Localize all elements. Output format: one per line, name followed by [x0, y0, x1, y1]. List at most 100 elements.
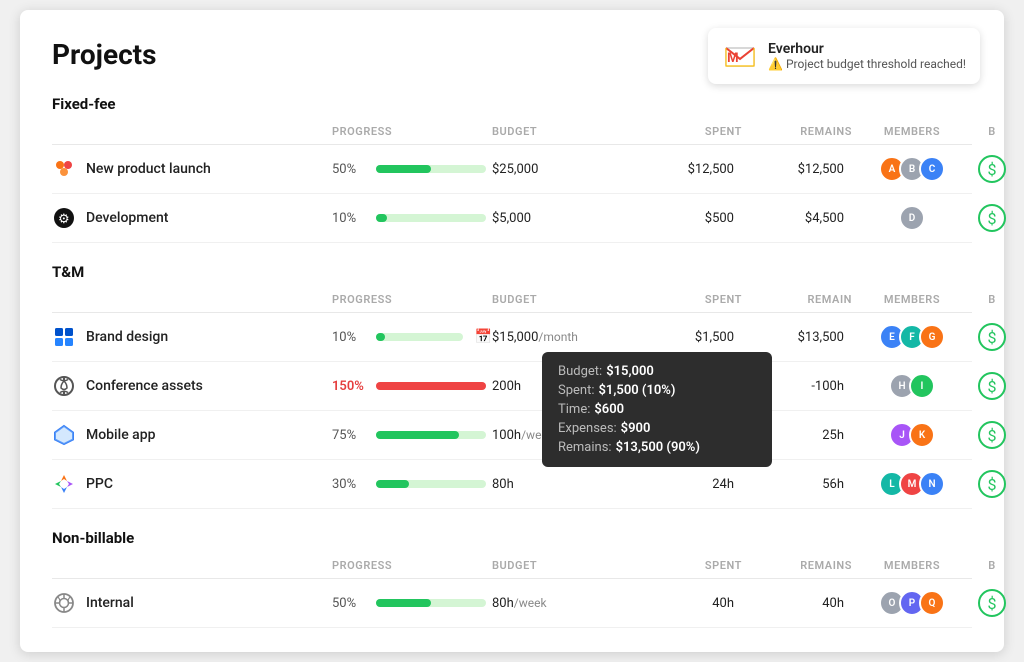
progress-bar-fill [376, 165, 431, 173]
members-cell: H I [852, 373, 972, 399]
avatar-stack: H I [889, 373, 935, 399]
section-tm: T&M PROGRESS BUDGET SPENT REMAIN MEMBERS… [52, 263, 972, 509]
remains-cell: -100h [742, 379, 852, 394]
budget-btn-cell: $ [972, 372, 1012, 400]
avatar-stack: L M N [879, 471, 945, 497]
progress-bar-bg [376, 214, 486, 222]
spent-cell: $1,500 [632, 330, 742, 345]
members-cell: O P Q [852, 590, 972, 616]
avatar: N [919, 471, 945, 497]
remains-cell: $12,500 [742, 162, 852, 177]
budget-cell: 80h/week [492, 596, 632, 611]
table-row: New product launch 50% $25,000 $12,500 $… [52, 145, 972, 194]
col-name [52, 559, 332, 572]
budget-cell: $25,000 [492, 162, 632, 177]
progress-bar-fill [376, 431, 459, 439]
col-progress: PROGRESS [332, 559, 492, 572]
budget-cell: 80h [492, 477, 632, 492]
project-name-label: Conference assets [86, 378, 203, 394]
project-name-new-product-launch: New product launch [52, 157, 332, 181]
progress-bar-bg [376, 382, 486, 390]
avatar-stack: A B C [879, 156, 945, 182]
spent-cell: $500 [632, 211, 742, 226]
progress-bar-fill [376, 480, 409, 488]
project-name-label: New product launch [86, 161, 211, 177]
spent-cell: $12,500 [632, 162, 742, 177]
members-cell: E F G [852, 324, 972, 350]
budget-btn-cell: $ [972, 204, 1012, 232]
budget-button[interactable]: $ [978, 470, 1006, 498]
progress-cell: 50% [332, 596, 492, 611]
progress-bar-bg [376, 599, 486, 607]
col-progress: PROGRESS [332, 293, 492, 306]
notification-badge[interactable]: M Everhour ⚠️ Project budget threshold r… [708, 28, 980, 84]
col-spent: SPENT [632, 293, 742, 306]
avatar-stack: D [899, 205, 925, 231]
col-budget: BUDGET [492, 125, 632, 138]
project-name-ppc: PPC [52, 472, 332, 496]
members-cell: L M N [852, 471, 972, 497]
section-label-non-billable: Non-billable [52, 529, 972, 547]
project-icon-internal [52, 591, 76, 615]
section-non-billable: Non-billable PROGRESS BUDGET SPENT REMAI… [52, 529, 972, 628]
avatar: K [909, 422, 935, 448]
remains-cell: 25h [742, 428, 852, 443]
project-name-label: PPC [86, 476, 113, 492]
progress-cell: 75% [332, 428, 492, 443]
project-name-label: Mobile app [86, 427, 155, 443]
col-remain: REMAIN [742, 293, 852, 306]
project-name-internal: Internal [52, 591, 332, 615]
budget-btn-cell: $ [972, 155, 1012, 183]
table-row: ⚙ Development 10% $5,000 $500 $4,500 D [52, 194, 972, 243]
col-progress: PROGRESS [332, 125, 492, 138]
members-cell: A B C [852, 156, 972, 182]
project-name-label: Internal [86, 595, 134, 611]
budget-btn-cell: $ [972, 470, 1012, 498]
progress-pct: 10% [332, 211, 368, 226]
progress-bar-fill [376, 333, 385, 341]
tooltip-budget-val: $15,000 [606, 364, 654, 379]
project-name-conference-assets: Conference assets [52, 374, 332, 398]
col-name [52, 125, 332, 138]
col-b: B [972, 293, 1012, 306]
col-members: MEMBERS [852, 125, 972, 138]
progress-cell: 50% [332, 162, 492, 177]
project-name-label: Development [86, 210, 168, 226]
progress-bar-bg [376, 431, 486, 439]
avatar: C [919, 156, 945, 182]
avatar: Q [919, 590, 945, 616]
budget-button[interactable]: $ [978, 155, 1006, 183]
col-remains: REMAINS [742, 125, 852, 138]
members-cell: J K [852, 422, 972, 448]
budget-button[interactable]: $ [978, 589, 1006, 617]
budget-btn-cell: $ [972, 421, 1012, 449]
remains-cell: $4,500 [742, 211, 852, 226]
table-row: PPC 30% 80h 24h 56h L M N $ [52, 460, 972, 509]
progress-cell: 10% 📅 [332, 329, 492, 345]
col-headers-tm: PROGRESS BUDGET SPENT REMAIN MEMBERS B [52, 287, 972, 313]
budget-button[interactable]: $ [978, 204, 1006, 232]
budget-button[interactable]: $ [978, 372, 1006, 400]
spent-cell: 40h [632, 596, 742, 611]
budget-cell: $5,000 [492, 211, 632, 226]
project-icon-development: ⚙ [52, 206, 76, 230]
col-budget: BUDGET [492, 293, 632, 306]
col-headers-non-billable: PROGRESS BUDGET SPENT REMAINS MEMBERS B [52, 553, 972, 579]
col-b: B [972, 559, 1012, 572]
members-cell: D [852, 205, 972, 231]
notif-app-name: Everhour [768, 41, 966, 57]
budget-btn-cell: $ [972, 323, 1012, 351]
app-container: M Everhour ⚠️ Project budget threshold r… [20, 10, 1004, 652]
col-members: MEMBERS [852, 559, 972, 572]
project-icon-ppc [52, 472, 76, 496]
budget-button[interactable]: $ [978, 421, 1006, 449]
col-name [52, 293, 332, 306]
tooltip-budget-label: Budget: [558, 364, 602, 379]
budget-cell: 100h/week [492, 428, 632, 443]
section-fixed-fee: Fixed-fee PROGRESS BUDGET SPENT REMAINS … [52, 95, 972, 243]
gmail-icon: M [722, 38, 758, 74]
budget-cell: 200h [492, 379, 632, 394]
progress-pct: 75% [332, 428, 368, 443]
progress-bar-fill [376, 214, 387, 222]
budget-button[interactable]: $ [978, 323, 1006, 351]
